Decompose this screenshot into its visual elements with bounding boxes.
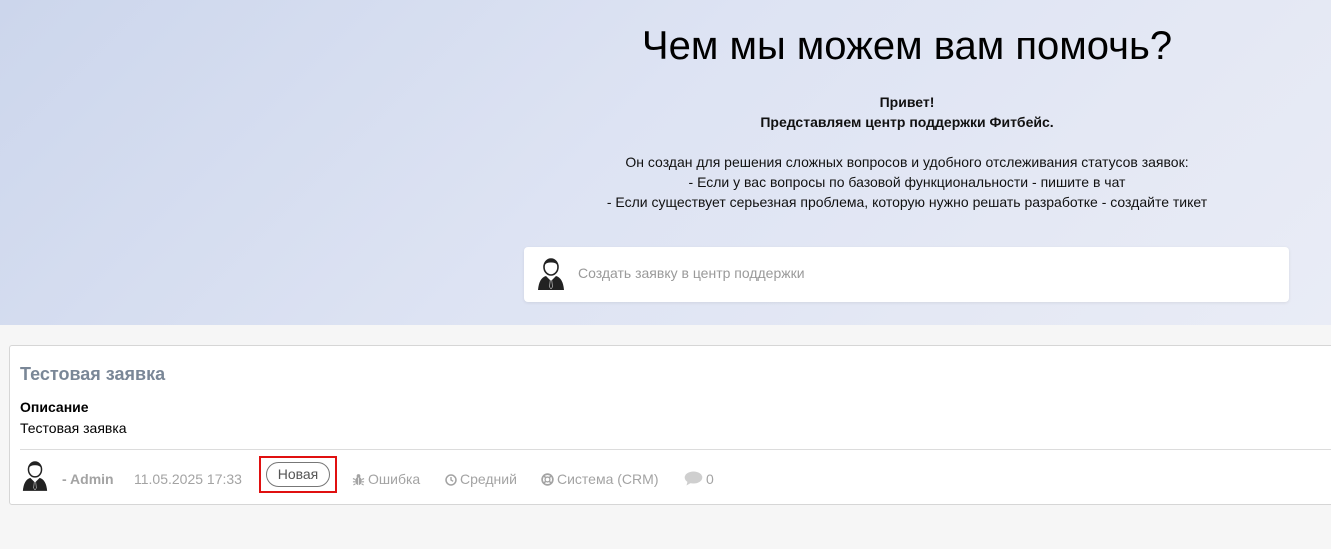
- author-avatar-icon: [22, 461, 48, 491]
- ticket-title-link[interactable]: Тестовая заявка: [20, 364, 165, 385]
- ticket-description: Тестовая заявка: [20, 420, 127, 436]
- ticket-component: Система (CRM): [541, 471, 658, 487]
- status-badge[interactable]: Новая: [266, 462, 330, 487]
- ticket-card: Тестовая заявка Описание Тестовая заявка…: [9, 345, 1331, 505]
- ticket-priority-label: Средний: [460, 471, 517, 487]
- ticket-author: - Admin: [62, 471, 114, 487]
- page-title: Чем мы можем вам помочь?: [641, 24, 1173, 68]
- hero-greeting: Привет!: [879, 94, 935, 110]
- ticket-comments-count: 0: [706, 471, 714, 487]
- ticket-comments[interactable]: 0: [684, 471, 714, 487]
- clock-icon: [445, 474, 457, 486]
- create-ticket-input[interactable]: Создать заявку в центр поддержки: [524, 247, 1289, 302]
- hero-gap: [524, 132, 1290, 152]
- hero-bullet-ticket: - Если существует серьезная проблема, ко…: [606, 194, 1208, 210]
- ticket-component-label: Система (CRM): [557, 471, 659, 487]
- ticket-date: 11.05.2025 17:33: [134, 471, 242, 487]
- ticket-description-label: Описание: [20, 399, 89, 415]
- hero-bullet-chat: - Если у вас вопросы по базовой функцион…: [688, 174, 1126, 190]
- create-ticket-placeholder: Создать заявку в центр поддержки: [578, 265, 805, 281]
- hero-intro: Представляем центр поддержки Фитбейс.: [760, 114, 1054, 130]
- ticket-meta-row: - Admin 11.05.2025 17:33 Новая Ошибка Ср…: [10, 450, 1331, 505]
- hero-description: Он создан для решения сложных вопросов и…: [625, 154, 1189, 170]
- ticket-priority: Средний: [445, 471, 517, 487]
- comment-bubble-icon: [684, 471, 703, 486]
- lifebuoy-icon: [541, 473, 554, 486]
- bug-icon: [352, 474, 365, 486]
- ticket-type-label: Ошибка: [368, 471, 421, 487]
- ticket-type: Ошибка: [352, 471, 420, 487]
- hero-section: Чем мы можем вам помочь? Привет! Предста…: [0, 0, 1331, 325]
- user-avatar-icon: [538, 258, 564, 290]
- hero-text: Привет! Представляем центр поддержки Фит…: [524, 92, 1290, 212]
